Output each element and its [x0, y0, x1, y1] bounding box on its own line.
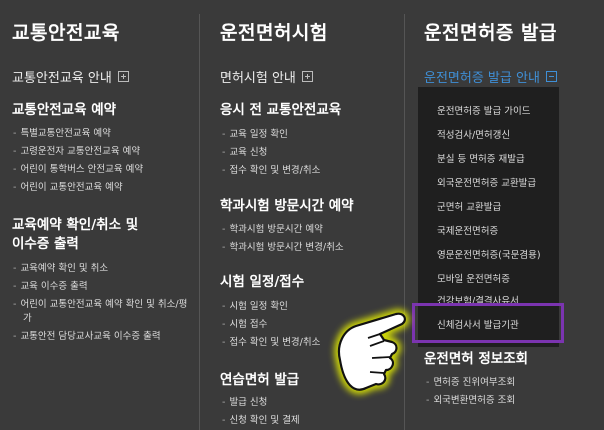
- list-item[interactable]: - 어린이 통학버스 안전교육 예약: [13, 161, 198, 179]
- test-schedule-list: - 시험 일정 확인 - 시험 접수 - 접수 확인 및 변경/취소: [222, 298, 320, 352]
- list-item[interactable]: - 외국변환면허증 조회: [426, 392, 515, 410]
- dropdown-item[interactable]: 국제운전면허증: [437, 223, 498, 237]
- section-title: 학과시험 방문시간 예약: [220, 198, 354, 214]
- dropdown-item[interactable]: 영문운전면허증(국문겸용): [437, 247, 541, 261]
- traffic-education-info-toggle[interactable]: 교통안전교육 안내: [12, 67, 129, 86]
- toggle-label: 교통안전교육 안내: [12, 71, 112, 86]
- minus-icon: [545, 71, 557, 82]
- list-item[interactable]: - 고령운전자 교통안전교육 예약: [13, 143, 198, 161]
- list-item[interactable]: - 교육 일정 확인: [222, 126, 320, 144]
- plus-icon: [117, 71, 129, 82]
- column-title: 교통안전교육: [12, 22, 120, 44]
- dropdown-item[interactable]: 적성검사/면허갱신: [437, 127, 510, 141]
- section-title: 연습면허 발급: [220, 372, 300, 388]
- license-issuance-info-toggle[interactable]: 운전면허증 발급 안내: [424, 67, 557, 86]
- pre-test-education-list: - 교육 일정 확인 - 교육 신청 - 접수 확인 및 변경/취소: [222, 126, 320, 180]
- dropdown-item[interactable]: 군면허 교환발급: [437, 199, 501, 213]
- dropdown-item[interactable]: 분실 등 면허증 재발급: [437, 151, 525, 165]
- list-item[interactable]: - 어린이 교통안전교육 예약: [13, 179, 198, 197]
- written-test-visit-list: - 학과시험 방문시간 예약 - 학과시험 방문시간 변경/취소: [222, 221, 344, 257]
- list-item[interactable]: - 접수 확인 및 변경/취소: [222, 162, 320, 180]
- list-item[interactable]: - 면허증 진위여부조회: [426, 374, 515, 392]
- dropdown-item[interactable]: 운전면허증 발급 가이드: [437, 103, 530, 117]
- list-item[interactable]: - 학과시험 방문시간 변경/취소: [222, 239, 344, 257]
- list-item[interactable]: - 교육예약 확인 및 취소: [13, 260, 193, 278]
- list-item[interactable]: - 접수 확인 및 변경/취소: [222, 334, 320, 352]
- license-info-list: - 면허증 진위여부조회 - 외국변환면허증 조회: [426, 374, 515, 410]
- column-traffic-safety-education: 교통안전교육 교통안전교육 안내 교통안전교육 예약 - 특별교통안전교육 예약 …: [0, 0, 199, 430]
- practice-license-list: - 발급 신청 - 신청 확인 및 결제: [222, 394, 300, 430]
- section-title: 응시 전 교통안전교육: [220, 102, 342, 118]
- toggle-label: 운전면허증 발급 안내: [424, 71, 540, 86]
- column-title: 운전면허시험: [220, 22, 328, 44]
- list-item[interactable]: - 학과시험 방문시간 예약: [222, 221, 344, 239]
- list-item[interactable]: - 교육 이수증 출력: [13, 278, 193, 296]
- list-item[interactable]: - 시험 일정 확인: [222, 298, 320, 316]
- plus-icon: [301, 71, 313, 82]
- license-test-info-toggle[interactable]: 면허시험 안내: [220, 67, 313, 86]
- column-title: 운전면허증 발급: [424, 22, 557, 44]
- list-item[interactable]: - 신청 확인 및 결제: [222, 412, 300, 430]
- dropdown-item[interactable]: 모바일 운전면허증: [437, 271, 510, 285]
- pointing-hand-icon: [334, 309, 410, 395]
- section-title: 교통안전교육 예약: [12, 102, 117, 118]
- list-item[interactable]: - 발급 신청: [222, 394, 300, 412]
- list-item[interactable]: - 교육 신청: [222, 144, 320, 162]
- list-item[interactable]: - 교통안전 담당교사교육 이수증 출력: [13, 328, 193, 346]
- list-item[interactable]: - 특별교통안전교육 예약: [13, 125, 198, 143]
- list-item[interactable]: - 어린이 교통안전교육 예약 확인 및 취소/평가: [13, 296, 193, 328]
- dropdown-item[interactable]: 외국운전면허증 교환발급: [437, 175, 536, 189]
- section-title: 교육예약 확인/취소 및 이수증 출력: [12, 217, 139, 252]
- section-title: 시험 일정/접수: [220, 274, 305, 290]
- section-title: 운전면허 정보조회: [424, 351, 529, 367]
- confirm-cancel-list: - 교육예약 확인 및 취소 - 교육 이수증 출력 - 어린이 교통안전교육 예약 …: [13, 260, 193, 346]
- list-item[interactable]: - 시험 접수: [222, 316, 320, 334]
- toggle-label: 면허시험 안내: [220, 71, 296, 86]
- reservation-list: - 특별교통안전교육 예약 - 고령운전자 교통안전교육 예약 - 어린이 통학버스 …: [13, 125, 198, 197]
